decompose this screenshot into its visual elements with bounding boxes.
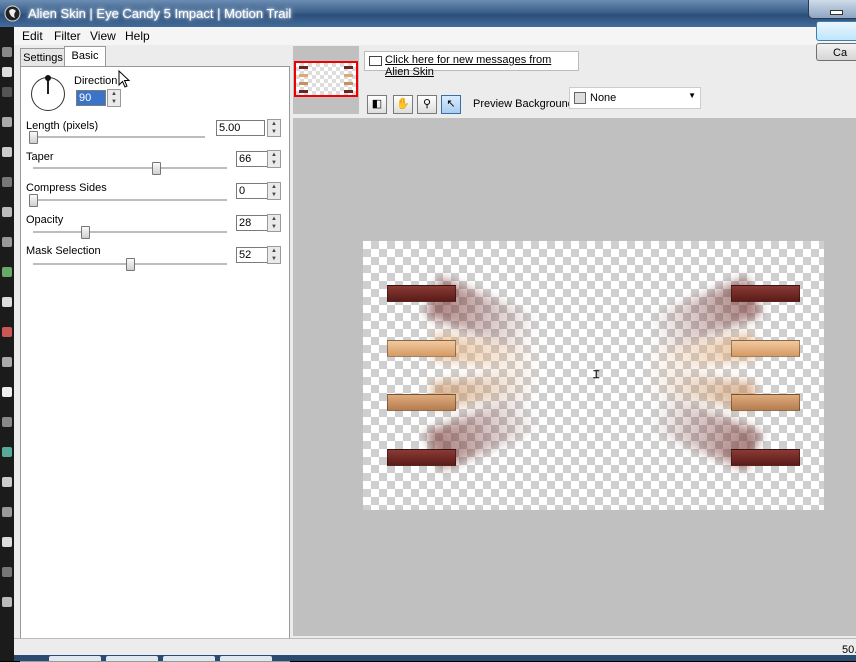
dark-bar <box>731 285 800 302</box>
compress-sides-slider-thumb[interactable] <box>29 194 38 207</box>
taskbar-button[interactable] <box>163 656 215 661</box>
app-logo-icon <box>4 5 21 22</box>
messages-box[interactable]: Click here for new messages from Alien S… <box>364 51 579 78</box>
mask-selection-label: Mask Selection <box>26 245 101 257</box>
direction-handle[interactable] <box>45 75 51 81</box>
background-swatch-icon <box>574 92 586 104</box>
eye-candy-window: Edit Filter View Help Settings Basic Dir… <box>14 27 856 662</box>
opacity-input[interactable]: 28 <box>236 215 268 231</box>
navigator-selection[interactable] <box>294 61 358 97</box>
taskbar <box>14 655 856 661</box>
mask-selection-slider-thumb[interactable] <box>125 258 135 271</box>
compress-sides-input[interactable]: 0 <box>236 183 268 199</box>
taper-label: Taper <box>26 151 54 163</box>
window-title: Alien Skin | Eye Candy 5 Impact | Motion… <box>28 6 292 21</box>
direction-dial[interactable] <box>31 75 65 111</box>
dark-bar <box>387 449 456 466</box>
chevron-down-icon: ▼ <box>688 91 696 100</box>
hand-icon[interactable]: ✋ <box>393 95 413 114</box>
menu-help[interactable]: Help <box>125 29 150 43</box>
tan-bar <box>387 394 456 411</box>
compress-sides-label: Compress Sides <box>26 182 107 194</box>
taskbar-button[interactable] <box>106 656 158 661</box>
light-bar <box>387 340 456 357</box>
minimize-icon <box>830 10 843 15</box>
length-slider-thumb[interactable] <box>29 131 38 144</box>
preview-background-select[interactable]: None ▼ <box>569 87 701 109</box>
mask-selection-stepper[interactable]: ▲ ▼ <box>267 246 281 264</box>
opacity-slider-track[interactable] <box>33 231 227 234</box>
length-stepper[interactable]: ▲ ▼ <box>267 119 281 137</box>
message-icon <box>369 56 382 66</box>
mouse-pointer-icon <box>118 70 130 88</box>
compress-sides-slider-track[interactable] <box>33 199 227 202</box>
preview-background-label: Preview Background: <box>473 98 577 110</box>
title-bar: Alien Skin | Eye Candy 5 Impact | Motion… <box>0 0 856 27</box>
mask-selection-input[interactable]: 52 <box>236 247 268 263</box>
tab-settings[interactable]: Settings <box>20 48 66 67</box>
taper-slider-track[interactable] <box>33 167 227 170</box>
desktop-toolbar-strip <box>0 27 14 661</box>
taper-slider-thumb[interactable] <box>151 162 161 175</box>
menu-filter[interactable]: Filter <box>54 29 81 43</box>
menu-edit[interactable]: Edit <box>22 29 43 43</box>
menu-bar: Edit Filter View Help <box>14 27 856 45</box>
length-slider-track[interactable] <box>33 136 205 139</box>
preview-canvas[interactable]: ⌶ <box>363 241 824 510</box>
arrow-icon[interactable]: ↖ <box>441 95 461 114</box>
messages-link[interactable]: Click here for new messages from Alien S… <box>385 54 578 78</box>
ok-button[interactable] <box>816 21 856 41</box>
taskbar-button[interactable] <box>49 656 101 661</box>
opacity-label: Opacity <box>26 214 64 226</box>
taper-input[interactable]: 66 <box>236 151 268 167</box>
direction-stepper[interactable]: ▲ ▼ <box>107 89 121 107</box>
preview-toggle-icon[interactable]: ◧ <box>367 95 387 114</box>
length-input[interactable]: 5.00 <box>216 120 265 136</box>
preview-background-value: None <box>590 92 617 104</box>
navigator-thumbnail[interactable] <box>293 46 359 114</box>
preview-toolbar: Click here for new messages from Alien S… <box>293 46 856 118</box>
light-bar <box>731 340 800 357</box>
dark-bar <box>731 449 800 466</box>
basic-panel: Direction 90 ▲ ▼ Length (pixels) 5.00 ▲ ▼ … <box>20 66 290 662</box>
direction-input[interactable]: 90 <box>76 90 106 106</box>
preview-area: Click here for new messages from Alien S… <box>293 46 856 636</box>
tan-bar <box>731 394 800 411</box>
opacity-stepper[interactable]: ▲ ▼ <box>267 214 281 232</box>
zoom-icon[interactable]: ⚲ <box>417 95 437 114</box>
tab-basic[interactable]: Basic <box>64 46 106 67</box>
settings-panel: Settings Basic Direction 90 ▲ ▼ Length (p… <box>18 46 290 662</box>
opacity-slider-thumb[interactable] <box>81 226 91 239</box>
minimize-button[interactable] <box>808 0 856 19</box>
direction-label: Direction <box>74 75 118 87</box>
cancel-button[interactable]: Ca <box>816 43 856 61</box>
taper-stepper[interactable]: ▲ ▼ <box>267 150 281 168</box>
compress-sides-stepper[interactable]: ▲ ▼ <box>267 182 281 200</box>
text-cursor-icon: ⌶ <box>593 369 600 381</box>
menu-view[interactable]: View <box>90 29 116 43</box>
dark-bar <box>387 285 456 302</box>
taskbar-button[interactable] <box>220 656 272 661</box>
